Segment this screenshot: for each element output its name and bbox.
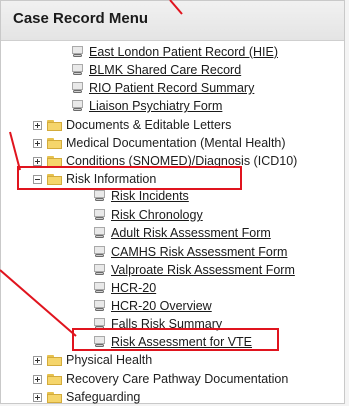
link-icon bbox=[93, 209, 107, 221]
menu-item-adult-risk-assessment[interactable]: Adult Risk Assessment Form bbox=[93, 224, 271, 242]
menu-item-label: Risk Chronology bbox=[111, 208, 203, 222]
menu-item-valproate-risk-assessment[interactable]: Valproate Risk Assessment Form bbox=[93, 261, 295, 279]
expand-toggle[interactable] bbox=[33, 120, 42, 130]
menu-item-label: Medical Documentation (Mental Health) bbox=[66, 136, 286, 150]
menu-item-label: Adult Risk Assessment Form bbox=[111, 226, 271, 240]
highlight-box-risk-information bbox=[17, 166, 242, 190]
menu-item-label: Safeguarding bbox=[66, 390, 141, 404]
link-icon bbox=[71, 82, 85, 94]
menu-folder-documents[interactable]: Documents & Editable Letters bbox=[33, 116, 231, 134]
link-icon bbox=[93, 227, 107, 239]
folder-icon bbox=[47, 354, 62, 366]
link-icon bbox=[71, 64, 85, 76]
expand-toggle[interactable] bbox=[33, 374, 42, 384]
menu-item-label: East London Patient Record (HIE) bbox=[89, 45, 278, 59]
highlight-box-risk-assessment-vte bbox=[72, 328, 279, 351]
menu-item-label: Risk Incidents bbox=[111, 189, 189, 203]
menu-item-label: HCR-20 Overview bbox=[111, 299, 212, 313]
link-icon bbox=[93, 300, 107, 312]
expand-toggle[interactable] bbox=[33, 156, 42, 166]
expand-toggle[interactable] bbox=[33, 138, 42, 148]
link-icon bbox=[93, 282, 107, 294]
link-icon bbox=[93, 246, 107, 258]
expand-toggle[interactable] bbox=[33, 355, 42, 365]
menu-item-label: HCR-20 bbox=[111, 281, 157, 295]
menu-item-hcr-20-overview[interactable]: HCR-20 Overview bbox=[93, 297, 212, 315]
folder-icon bbox=[47, 155, 62, 167]
menu-folder-physical-health[interactable]: Physical Health bbox=[33, 351, 152, 369]
expand-toggle[interactable] bbox=[33, 392, 42, 402]
link-icon bbox=[93, 190, 107, 202]
folder-icon bbox=[47, 119, 62, 131]
folder-icon bbox=[47, 137, 62, 149]
menu-item-east-london-hie[interactable]: East London Patient Record (HIE) bbox=[71, 43, 278, 61]
menu-item-label: Liaison Psychiatry Form bbox=[89, 99, 223, 113]
menu-item-label: CAMHS Risk Assessment Form bbox=[111, 245, 288, 259]
menu-title: Case Record Menu bbox=[13, 10, 149, 27]
menu-header: Case Record Menu bbox=[1, 1, 344, 41]
menu-item-label: Recovery Care Pathway Documentation bbox=[66, 372, 289, 386]
link-icon bbox=[71, 100, 85, 112]
menu-item-label: RIO Patient Record Summary bbox=[89, 81, 255, 95]
menu-item-label: Physical Health bbox=[66, 353, 153, 367]
folder-icon bbox=[47, 373, 62, 385]
menu-item-rio-summary[interactable]: RIO Patient Record Summary bbox=[71, 79, 254, 97]
menu-item-camhs-risk-assessment[interactable]: CAMHS Risk Assessment Form bbox=[93, 243, 287, 261]
menu-item-liaison-psychiatry[interactable]: Liaison Psychiatry Form bbox=[71, 97, 222, 115]
menu-folder-medical-documentation[interactable]: Medical Documentation (Mental Health) bbox=[33, 134, 286, 152]
menu-item-hcr-20[interactable]: HCR-20 bbox=[93, 279, 156, 297]
menu-item-label: Documents & Editable Letters bbox=[66, 118, 232, 132]
menu-item-risk-chronology[interactable]: Risk Chronology bbox=[93, 206, 203, 224]
menu-item-blmk-shared-care[interactable]: BLMK Shared Care Record bbox=[71, 61, 241, 79]
menu-folder-safeguarding[interactable]: Safeguarding bbox=[33, 388, 140, 406]
link-icon bbox=[71, 46, 85, 58]
menu-item-label: BLMK Shared Care Record bbox=[89, 63, 242, 77]
folder-icon bbox=[47, 391, 62, 403]
menu-item-label: Valproate Risk Assessment Form bbox=[111, 263, 295, 277]
link-icon bbox=[93, 264, 107, 276]
menu-folder-recovery-care-pathway[interactable]: Recovery Care Pathway Documentation bbox=[33, 370, 288, 388]
